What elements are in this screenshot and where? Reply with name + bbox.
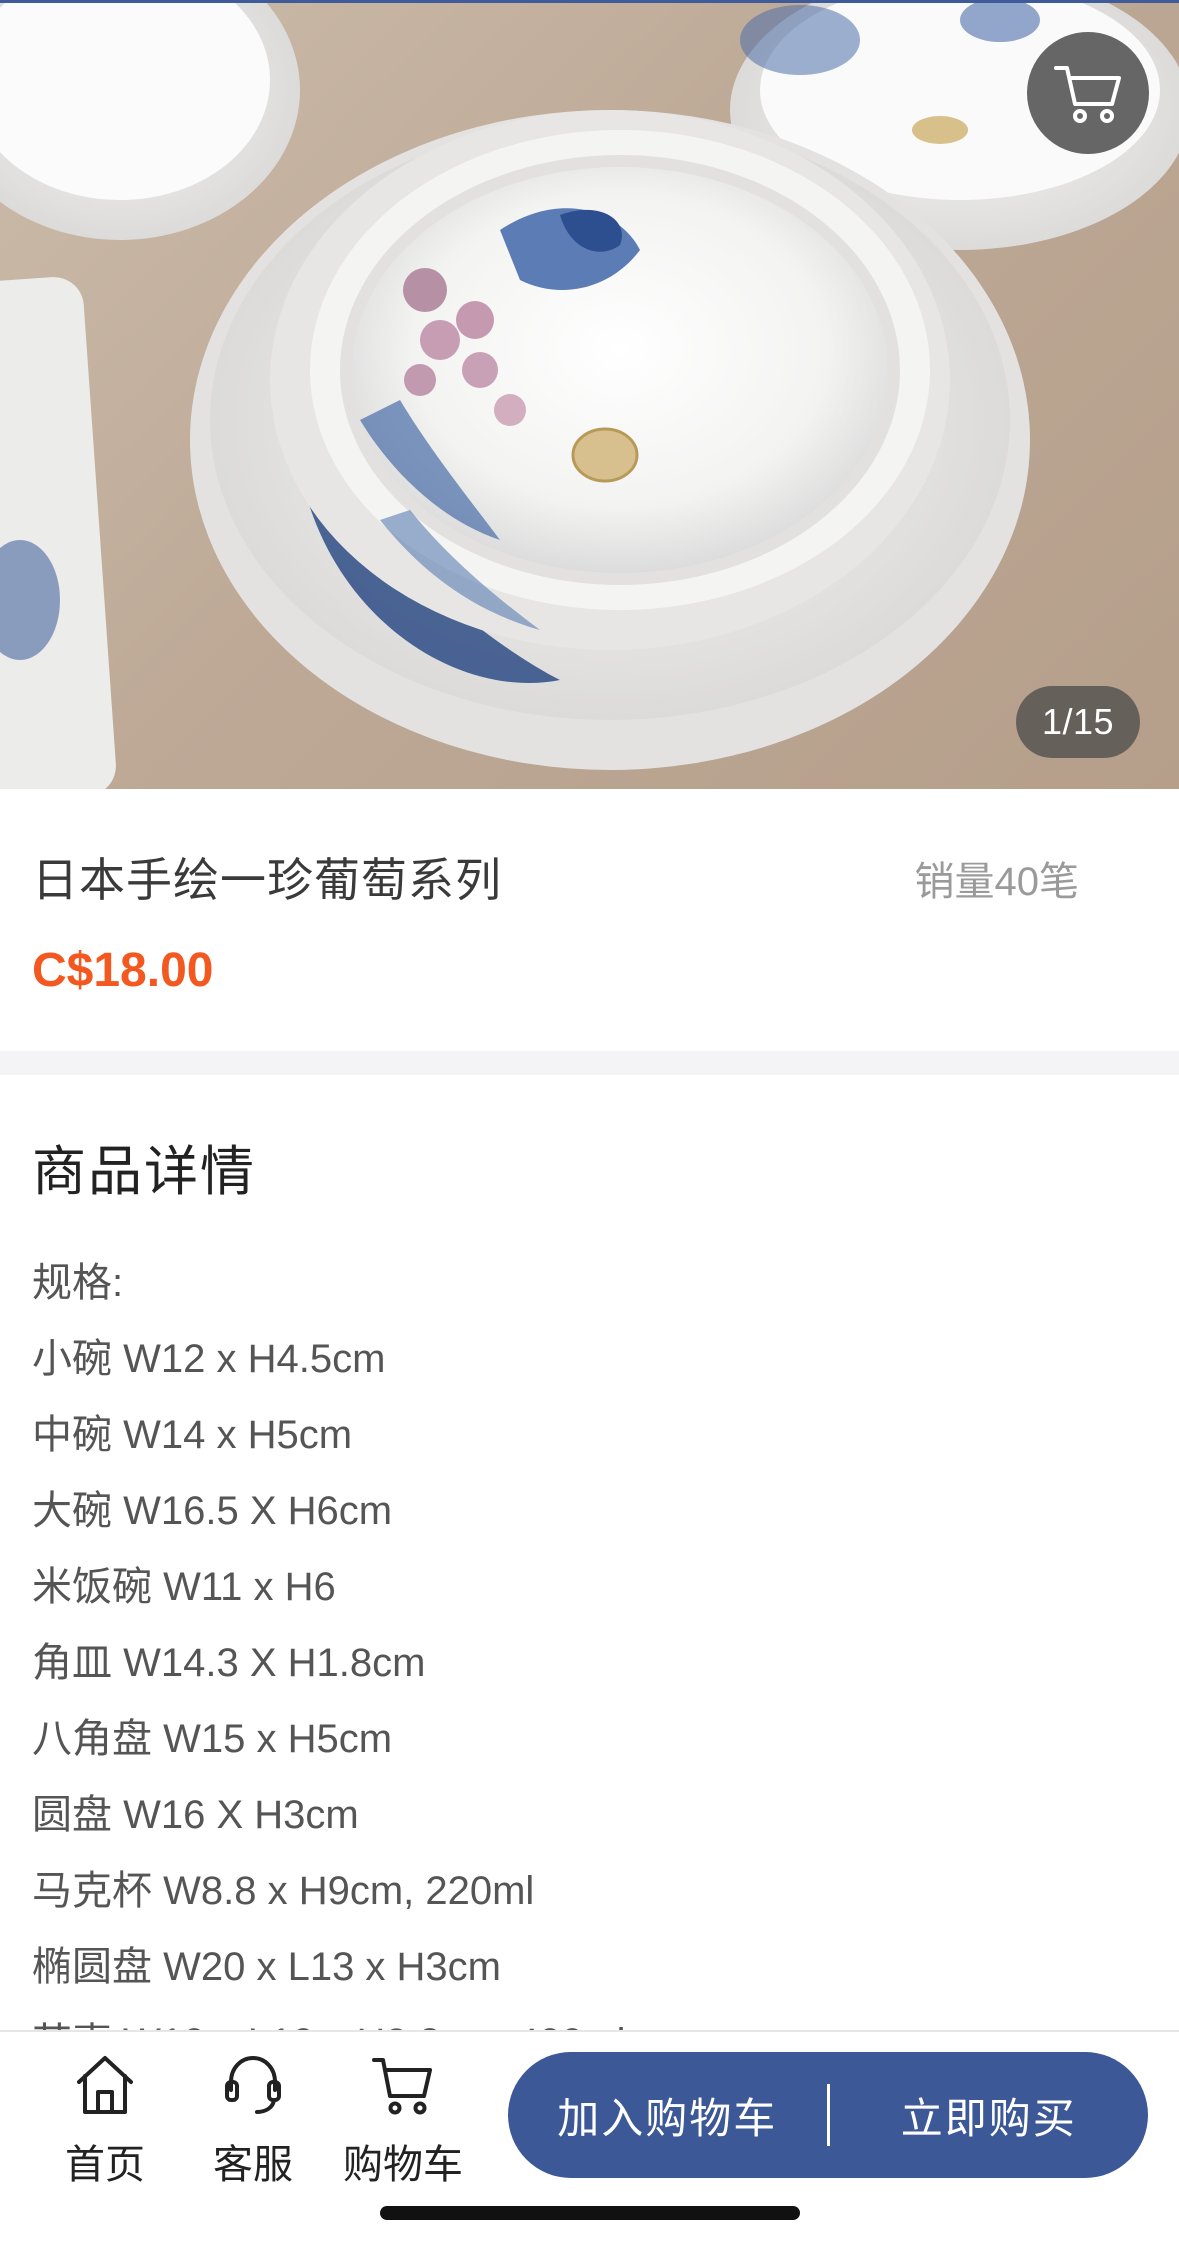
spec-item: 八角盘 W15 x H5cm [32,1717,393,1761]
nav-service-label: 客服 [213,2143,293,2187]
nav-customer-service[interactable]: 客服 [178,2050,328,2190]
details-heading: 商品详情 [32,1142,256,1202]
home-icon [77,2056,133,2114]
nav-home-label: 首页 [65,2143,145,2187]
cart-icon [372,2058,432,2115]
spec-item: 圆盘 W16 X H3cm [32,1793,359,1837]
spec-item: 角皿 W14.3 X H1.8cm [32,1641,426,1685]
home-indicator [380,2206,800,2220]
product-info: 日本手绘一珍葡萄系列 销量40笔 C$18.00 [0,789,1179,1051]
top-accent-line [0,0,1179,3]
nav-home[interactable]: 首页 [30,2050,180,2190]
spec-item: 马克杯 W8.8 x H9cm, 220ml [32,1869,535,1913]
product-image-carousel[interactable]: 1/15 [0,0,1179,789]
nav-cart[interactable]: 购物车 [328,2050,478,2190]
spec-item: 规格: [32,1261,124,1305]
buy-now-button[interactable]: 立即购买 [830,2052,1149,2178]
product-title: 日本手绘一珍葡萄系列 [32,854,502,906]
image-counter: 1/15 [1016,686,1140,758]
floating-cart-button[interactable] [1027,32,1149,154]
product-photo [0,0,1179,789]
product-details: 商品详情 规格: 小碗 W12 x H4.5cm 中碗 W14 x H5cm 大… [0,1075,1179,2035]
section-divider [0,1051,1179,1075]
headset-icon [225,2055,281,2114]
spec-item: 小碗 W12 x H4.5cm [32,1337,386,1381]
cart-icon [1054,66,1121,123]
spec-list: 规格: 小碗 W12 x H4.5cm 中碗 W14 x H5cm 大碗 W16… [32,1245,626,2035]
purchase-actions: 加入购物车 立即购买 [508,2052,1148,2178]
spec-item: 椭圆盘 W20 x L13 x H3cm [32,1945,502,1989]
spec-item: 中碗 W14 x H5cm [32,1413,353,1457]
product-price: C$18.00 [32,944,214,997]
spec-item: 米饭碗 W11 x H6 [32,1565,336,1609]
add-to-cart-button[interactable]: 加入购物车 [508,2052,827,2178]
sales-count: 销量40笔 [914,860,1080,904]
nav-cart-label: 购物车 [343,2143,463,2187]
spec-item: 大碗 W16.5 X H6cm [32,1489,393,1533]
